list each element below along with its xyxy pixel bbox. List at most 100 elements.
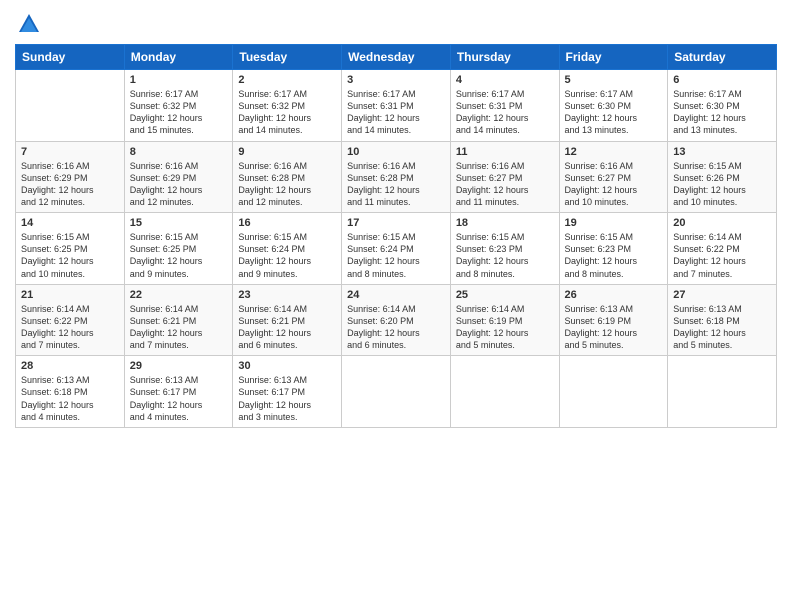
day-cell: 23 Sunrise: 6:14 AM Sunset: 6:21 PM Dayli… (233, 284, 342, 356)
day-info: Sunrise: 6:13 AM Sunset: 6:18 PM Dayligh… (673, 303, 771, 352)
calendar-header-row: SundayMondayTuesdayWednesdayThursdayFrid… (16, 45, 777, 70)
day-info: Sunrise: 6:17 AM Sunset: 6:31 PM Dayligh… (456, 88, 554, 137)
day-cell (16, 70, 125, 142)
day-info: Sunrise: 6:14 AM Sunset: 6:22 PM Dayligh… (21, 303, 119, 352)
day-info: Sunrise: 6:17 AM Sunset: 6:30 PM Dayligh… (565, 88, 663, 137)
day-cell: 16 Sunrise: 6:15 AM Sunset: 6:24 PM Dayli… (233, 213, 342, 285)
day-info: Sunrise: 6:14 AM Sunset: 6:20 PM Dayligh… (347, 303, 445, 352)
day-info: Sunrise: 6:13 AM Sunset: 6:17 PM Dayligh… (238, 374, 336, 423)
day-number: 20 (673, 217, 771, 229)
col-header-monday: Monday (124, 45, 233, 70)
day-number: 19 (565, 217, 663, 229)
col-header-sunday: Sunday (16, 45, 125, 70)
day-number: 3 (347, 74, 445, 86)
day-cell: 18 Sunrise: 6:15 AM Sunset: 6:23 PM Dayli… (450, 213, 559, 285)
day-cell: 4 Sunrise: 6:17 AM Sunset: 6:31 PM Daylig… (450, 70, 559, 142)
day-info: Sunrise: 6:15 AM Sunset: 6:25 PM Dayligh… (21, 231, 119, 280)
day-info: Sunrise: 6:15 AM Sunset: 6:23 PM Dayligh… (456, 231, 554, 280)
day-cell: 30 Sunrise: 6:13 AM Sunset: 6:17 PM Dayli… (233, 356, 342, 428)
day-cell: 15Sunrise: 6:15 AM Sunset: 6:25 PM Dayli… (124, 213, 233, 285)
day-cell (559, 356, 668, 428)
week-row-1: 7Sunrise: 6:16 AM Sunset: 6:29 PM Daylig… (16, 141, 777, 213)
day-info: Sunrise: 6:17 AM Sunset: 6:30 PM Dayligh… (673, 88, 771, 137)
day-number: 6 (673, 74, 771, 86)
day-cell: 27 Sunrise: 6:13 AM Sunset: 6:18 PM Dayli… (668, 284, 777, 356)
day-number: 11 (456, 146, 554, 158)
day-cell: 19 Sunrise: 6:15 AM Sunset: 6:23 PM Dayli… (559, 213, 668, 285)
day-cell: 13Sunrise: 6:15 AM Sunset: 6:26 PM Dayli… (668, 141, 777, 213)
day-cell: 22 Sunrise: 6:14 AM Sunset: 6:21 PM Dayli… (124, 284, 233, 356)
day-info: Sunrise: 6:16 AM Sunset: 6:29 PM Dayligh… (21, 160, 119, 209)
day-info: Sunrise: 6:14 AM Sunset: 6:21 PM Dayligh… (130, 303, 228, 352)
calendar-body: 1 Sunrise: 6:17 AM Sunset: 6:32 PM Daylig… (16, 70, 777, 428)
day-info: Sunrise: 6:15 AM Sunset: 6:24 PM Dayligh… (238, 231, 336, 280)
col-header-wednesday: Wednesday (342, 45, 451, 70)
day-cell (450, 356, 559, 428)
day-info: Sunrise: 6:15 AM Sunset: 6:23 PM Dayligh… (565, 231, 663, 280)
day-number: 8 (130, 146, 228, 158)
calendar: SundayMondayTuesdayWednesdayThursdayFrid… (15, 44, 777, 428)
day-cell: 20Sunrise: 6:14 AM Sunset: 6:22 PM Dayli… (668, 213, 777, 285)
day-number: 30 (238, 360, 336, 372)
day-number: 4 (456, 74, 554, 86)
day-number: 22 (130, 289, 228, 301)
day-cell: 3 Sunrise: 6:17 AM Sunset: 6:31 PM Daylig… (342, 70, 451, 142)
day-number: 5 (565, 74, 663, 86)
day-info: Sunrise: 6:15 AM Sunset: 6:24 PM Dayligh… (347, 231, 445, 280)
day-number: 27 (673, 289, 771, 301)
day-number: 1 (130, 74, 228, 86)
day-info: Sunrise: 6:14 AM Sunset: 6:19 PM Dayligh… (456, 303, 554, 352)
day-cell: 26 Sunrise: 6:13 AM Sunset: 6:19 PM Dayli… (559, 284, 668, 356)
day-cell (668, 356, 777, 428)
day-info: Sunrise: 6:16 AM Sunset: 6:27 PM Dayligh… (565, 160, 663, 209)
day-info: Sunrise: 6:14 AM Sunset: 6:21 PM Dayligh… (238, 303, 336, 352)
col-header-saturday: Saturday (668, 45, 777, 70)
day-cell: 29 Sunrise: 6:13 AM Sunset: 6:17 PM Dayli… (124, 356, 233, 428)
week-row-0: 1 Sunrise: 6:17 AM Sunset: 6:32 PM Daylig… (16, 70, 777, 142)
day-number: 28 (21, 360, 119, 372)
day-number: 24 (347, 289, 445, 301)
header (15, 10, 777, 38)
day-number: 29 (130, 360, 228, 372)
day-info: Sunrise: 6:16 AM Sunset: 6:28 PM Dayligh… (347, 160, 445, 209)
day-number: 23 (238, 289, 336, 301)
day-info: Sunrise: 6:15 AM Sunset: 6:26 PM Dayligh… (673, 160, 771, 209)
logo-icon (15, 10, 43, 38)
day-info: Sunrise: 6:16 AM Sunset: 6:29 PM Dayligh… (130, 160, 228, 209)
day-number: 17 (347, 217, 445, 229)
day-number: 10 (347, 146, 445, 158)
week-row-4: 28 Sunrise: 6:13 AM Sunset: 6:18 PM Dayli… (16, 356, 777, 428)
col-header-thursday: Thursday (450, 45, 559, 70)
day-cell: 17 Sunrise: 6:15 AM Sunset: 6:24 PM Dayli… (342, 213, 451, 285)
day-cell: 1 Sunrise: 6:17 AM Sunset: 6:32 PM Daylig… (124, 70, 233, 142)
day-number: 2 (238, 74, 336, 86)
day-cell: 24 Sunrise: 6:14 AM Sunset: 6:20 PM Dayli… (342, 284, 451, 356)
week-row-3: 21 Sunrise: 6:14 AM Sunset: 6:22 PM Dayli… (16, 284, 777, 356)
day-info: Sunrise: 6:17 AM Sunset: 6:32 PM Dayligh… (130, 88, 228, 137)
day-number: 14 (21, 217, 119, 229)
day-info: Sunrise: 6:13 AM Sunset: 6:17 PM Dayligh… (130, 374, 228, 423)
day-number: 18 (456, 217, 554, 229)
day-info: Sunrise: 6:17 AM Sunset: 6:31 PM Dayligh… (347, 88, 445, 137)
day-cell: 21 Sunrise: 6:14 AM Sunset: 6:22 PM Dayli… (16, 284, 125, 356)
day-info: Sunrise: 6:16 AM Sunset: 6:27 PM Dayligh… (456, 160, 554, 209)
day-number: 26 (565, 289, 663, 301)
day-info: Sunrise: 6:13 AM Sunset: 6:18 PM Dayligh… (21, 374, 119, 423)
day-cell (342, 356, 451, 428)
col-header-friday: Friday (559, 45, 668, 70)
logo (15, 10, 47, 38)
day-cell: 2 Sunrise: 6:17 AM Sunset: 6:32 PM Daylig… (233, 70, 342, 142)
day-number: 15 (130, 217, 228, 229)
day-number: 9 (238, 146, 336, 158)
day-info: Sunrise: 6:13 AM Sunset: 6:19 PM Dayligh… (565, 303, 663, 352)
day-cell: 12Sunrise: 6:16 AM Sunset: 6:27 PM Dayli… (559, 141, 668, 213)
week-row-2: 14 Sunrise: 6:15 AM Sunset: 6:25 PM Dayli… (16, 213, 777, 285)
day-cell: 7Sunrise: 6:16 AM Sunset: 6:29 PM Daylig… (16, 141, 125, 213)
day-info: Sunrise: 6:17 AM Sunset: 6:32 PM Dayligh… (238, 88, 336, 137)
day-cell: 28 Sunrise: 6:13 AM Sunset: 6:18 PM Dayli… (16, 356, 125, 428)
day-number: 16 (238, 217, 336, 229)
day-number: 21 (21, 289, 119, 301)
page: SundayMondayTuesdayWednesdayThursdayFrid… (0, 0, 792, 612)
day-cell: 25Sunrise: 6:14 AM Sunset: 6:19 PM Dayli… (450, 284, 559, 356)
col-header-tuesday: Tuesday (233, 45, 342, 70)
